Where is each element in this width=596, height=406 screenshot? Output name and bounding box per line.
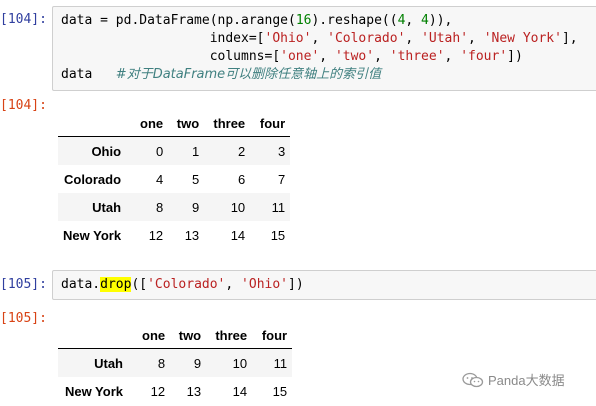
table-cell: 1 bbox=[191, 143, 200, 159]
code-comment: #对于DataFrame可以删除任意轴上的索引值 bbox=[115, 67, 382, 82]
output-prompt-105: [105]: bbox=[0, 311, 47, 326]
index-corner bbox=[58, 110, 136, 137]
code-text-104: data = pd.DataFrame(np.arange(16).reshap… bbox=[61, 13, 578, 82]
table-cell: 14 bbox=[230, 227, 246, 243]
code-text-105: data.drop(['Colorado', 'Ohio']) bbox=[61, 277, 304, 292]
column-header: four bbox=[250, 110, 291, 137]
column-header: three bbox=[206, 322, 253, 349]
table-cell: 11 bbox=[271, 199, 286, 215]
table-cell: 9 bbox=[191, 199, 200, 215]
table-cell: 11 bbox=[273, 355, 288, 371]
row-index-label: Colorado bbox=[63, 171, 122, 187]
column-header: one bbox=[135, 110, 169, 137]
row-index-label: New York bbox=[63, 227, 122, 243]
table-cell: 7 bbox=[277, 171, 286, 187]
column-header: two bbox=[170, 322, 207, 349]
input-prompt-105: [105]: bbox=[0, 277, 47, 292]
table-row: New York 12 13 14 15 bbox=[58, 377, 292, 405]
table-cell: 2 bbox=[237, 143, 246, 159]
table-cell: 10 bbox=[230, 199, 246, 215]
table-cell: 8 bbox=[157, 355, 166, 371]
table-cell: 8 bbox=[155, 199, 164, 215]
table-cell: 12 bbox=[150, 383, 166, 399]
watermark-text: Panda大数据 bbox=[488, 373, 565, 388]
watermark: Panda大数据 bbox=[462, 370, 565, 389]
table-cell: 15 bbox=[272, 383, 288, 399]
dataframe-table-104: one two three four Ohio 0 1 2 3 Colorado… bbox=[58, 110, 291, 249]
table-cell: 13 bbox=[186, 383, 202, 399]
table-cell: 3 bbox=[277, 143, 286, 159]
table-cell: 10 bbox=[232, 355, 248, 371]
column-header: two bbox=[168, 110, 205, 137]
index-corner bbox=[58, 322, 137, 349]
table-row: Ohio 0 1 2 3 bbox=[58, 136, 291, 165]
highlighted-text: drop bbox=[100, 277, 132, 292]
table-row: Utah 8 9 10 11 bbox=[58, 193, 291, 221]
table-cell: 6 bbox=[237, 171, 246, 187]
row-index-label: New York bbox=[64, 383, 123, 399]
table-cell: 14 bbox=[232, 383, 248, 399]
code-cell-104[interactable]: data = pd.DataFrame(np.arange(16).reshap… bbox=[52, 6, 596, 91]
wechat-icon bbox=[462, 372, 484, 387]
row-index-label: Utah bbox=[92, 199, 122, 215]
table-cell: 12 bbox=[148, 227, 164, 243]
table-header-row: one two three four bbox=[58, 322, 293, 349]
table-header-row: one two three four bbox=[58, 110, 291, 137]
code-cell-105[interactable]: data.drop(['Colorado', 'Ohio']) bbox=[52, 270, 596, 300]
table-cell: 15 bbox=[270, 227, 286, 243]
table-cell: 0 bbox=[155, 143, 164, 159]
table-row: New York 12 13 14 15 bbox=[58, 221, 290, 249]
table-cell: 13 bbox=[184, 227, 200, 243]
table-cell: 4 bbox=[155, 171, 164, 187]
row-index-label: Utah bbox=[94, 355, 123, 371]
input-prompt-104: [104]: bbox=[0, 12, 47, 27]
table-row: Utah 8 9 10 11 bbox=[58, 348, 293, 377]
table-row: Colorado 4 5 6 7 bbox=[58, 165, 290, 193]
column-header: one bbox=[137, 322, 171, 349]
column-header: four bbox=[252, 322, 293, 349]
table-cell: 5 bbox=[191, 171, 200, 187]
dataframe-table-105: one two three four Utah 8 9 10 11 New Yo… bbox=[58, 322, 293, 405]
table-cell: 9 bbox=[193, 355, 202, 371]
column-header: three bbox=[204, 110, 251, 137]
output-prompt-104: [104]: bbox=[0, 98, 47, 113]
row-index-label: Ohio bbox=[91, 143, 122, 159]
